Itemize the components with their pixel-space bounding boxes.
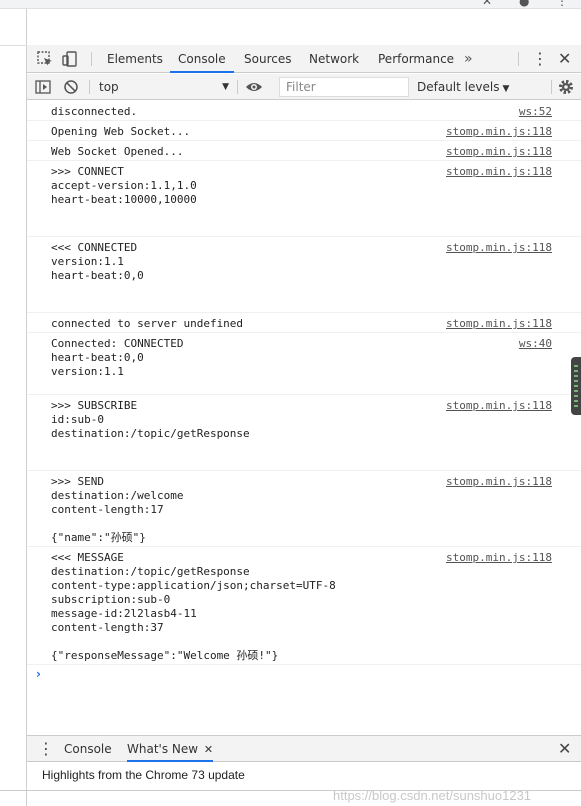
- source-link[interactable]: stomp.min.js:118: [446, 241, 552, 255]
- console-prompt-icon[interactable]: ›: [36, 667, 41, 681]
- message-text: disconnected.: [51, 105, 138, 118]
- more-tabs-icon[interactable]: »: [464, 45, 473, 73]
- source-link[interactable]: stomp.min.js:118: [446, 165, 552, 179]
- close-tab-icon[interactable]: ✕: [204, 743, 213, 756]
- close-drawer-icon[interactable]: ✕: [558, 736, 571, 762]
- console-toolbar: top ▼ Default levels▼: [27, 74, 581, 100]
- page-viewport: [0, 9, 27, 806]
- devtools-tab-bar: Elements Console Sources Network Perform…: [27, 45, 581, 73]
- devtools-panel: Elements Console Sources Network Perform…: [27, 45, 581, 806]
- chevron-down-icon: ▼: [502, 84, 510, 94]
- divider: [91, 52, 92, 66]
- console-message: Web Socket Opened... stomp.min.js:118: [27, 141, 581, 161]
- filter-input[interactable]: [279, 77, 409, 97]
- context-selector[interactable]: top ▼: [99, 78, 231, 96]
- inspect-element-icon[interactable]: [36, 50, 54, 68]
- message-text: Opening Web Socket...: [51, 125, 191, 138]
- console-message: disconnected. ws:52: [27, 101, 581, 121]
- message-text: >>> CONNECT accept-version:1.1,1.0 heart…: [51, 165, 197, 206]
- message-text: <<< MESSAGE destination:/topic/getRespon…: [51, 551, 336, 662]
- tab-sources[interactable]: Sources: [244, 45, 291, 73]
- console-messages: disconnected. ws:52 Opening Web Socket..…: [27, 101, 581, 733]
- log-levels-dropdown[interactable]: Default levels ▼: [417, 78, 509, 96]
- tab-whats-new[interactable]: What's New ✕: [127, 736, 214, 762]
- tab-network[interactable]: Network: [309, 45, 359, 73]
- source-link[interactable]: stomp.min.js:118: [446, 475, 552, 489]
- message-text: Web Socket Opened...: [51, 145, 184, 158]
- source-link[interactable]: stomp.min.js:118: [446, 145, 552, 159]
- live-expression-eye-icon[interactable]: [245, 78, 263, 96]
- context-label: top: [99, 80, 119, 94]
- drawer-menu-icon[interactable]: ⋮: [38, 736, 54, 762]
- console-message: connected to server undefined stomp.min.…: [27, 313, 581, 333]
- message-text: <<< CONNECTED version:1.1 heart-beat:0,0: [51, 241, 144, 282]
- browser-top-bar: ✕ ● ⋮: [0, 0, 581, 9]
- source-link[interactable]: stomp.min.js:118: [446, 551, 552, 565]
- console-message: Connected: CONNECTED heart-beat:0,0 vers…: [27, 333, 581, 395]
- source-link[interactable]: stomp.min.js:118: [446, 399, 552, 413]
- menu-icon[interactable]: ⋮: [556, 0, 568, 8]
- divider: [0, 45, 27, 46]
- close-icon[interactable]: ✕: [482, 0, 492, 8]
- console-message: >>> SUBSCRIBE id:sub-0 destination:/topi…: [27, 395, 581, 471]
- divider: [89, 80, 90, 94]
- console-message: Opening Web Socket... stomp.min.js:118: [27, 121, 581, 141]
- chevron-down-icon: ▼: [222, 82, 229, 92]
- settings-gear-icon[interactable]: [557, 78, 575, 96]
- console-message: >>> CONNECT accept-version:1.1,1.0 heart…: [27, 161, 581, 237]
- message-text: Connected: CONNECTED heart-beat:0,0 vers…: [51, 337, 184, 378]
- whats-new-heading: Highlights from the Chrome 73 update: [42, 768, 245, 782]
- drawer-tab-bar: ⋮ Console What's New ✕ ✕: [27, 735, 581, 762]
- message-text: >>> SUBSCRIBE id:sub-0 destination:/topi…: [51, 399, 250, 440]
- divider: [0, 790, 581, 791]
- divider: [237, 80, 238, 94]
- tab-whats-new-label: What's New: [127, 742, 199, 756]
- divider: [518, 52, 519, 66]
- message-text: >>> SEND destination:/welcome content-le…: [51, 475, 184, 544]
- source-link[interactable]: ws:40: [519, 337, 552, 351]
- tab-elements[interactable]: Elements: [107, 45, 163, 73]
- source-link[interactable]: stomp.min.js:118: [446, 317, 552, 331]
- clear-console-icon[interactable]: [62, 78, 80, 96]
- tab-console[interactable]: Console: [170, 45, 234, 73]
- close-devtools-icon[interactable]: ✕: [558, 45, 571, 73]
- device-toolbar-icon[interactable]: [61, 50, 79, 68]
- customize-menu-icon[interactable]: ⋮: [532, 45, 548, 73]
- console-message: <<< MESSAGE destination:/topic/getRespon…: [27, 547, 581, 665]
- log-levels-label: Default levels: [417, 80, 500, 94]
- source-link[interactable]: stomp.min.js:118: [446, 125, 552, 139]
- account-icon[interactable]: ●: [519, 0, 529, 8]
- console-message: <<< CONNECTED version:1.1 heart-beat:0,0…: [27, 237, 581, 313]
- console-message: >>> SEND destination:/welcome content-le…: [27, 471, 581, 547]
- divider: [551, 80, 552, 94]
- source-link[interactable]: ws:52: [519, 105, 552, 119]
- sidebar-toggle-icon[interactable]: [34, 78, 52, 96]
- tab-performance[interactable]: Performance: [378, 45, 454, 73]
- whats-new-panel: Highlights from the Chrome 73 update htt…: [27, 762, 581, 806]
- tab-drawer-console[interactable]: Console: [64, 736, 112, 762]
- side-scroll-widget[interactable]: [571, 357, 581, 415]
- message-text: connected to server undefined: [51, 317, 244, 330]
